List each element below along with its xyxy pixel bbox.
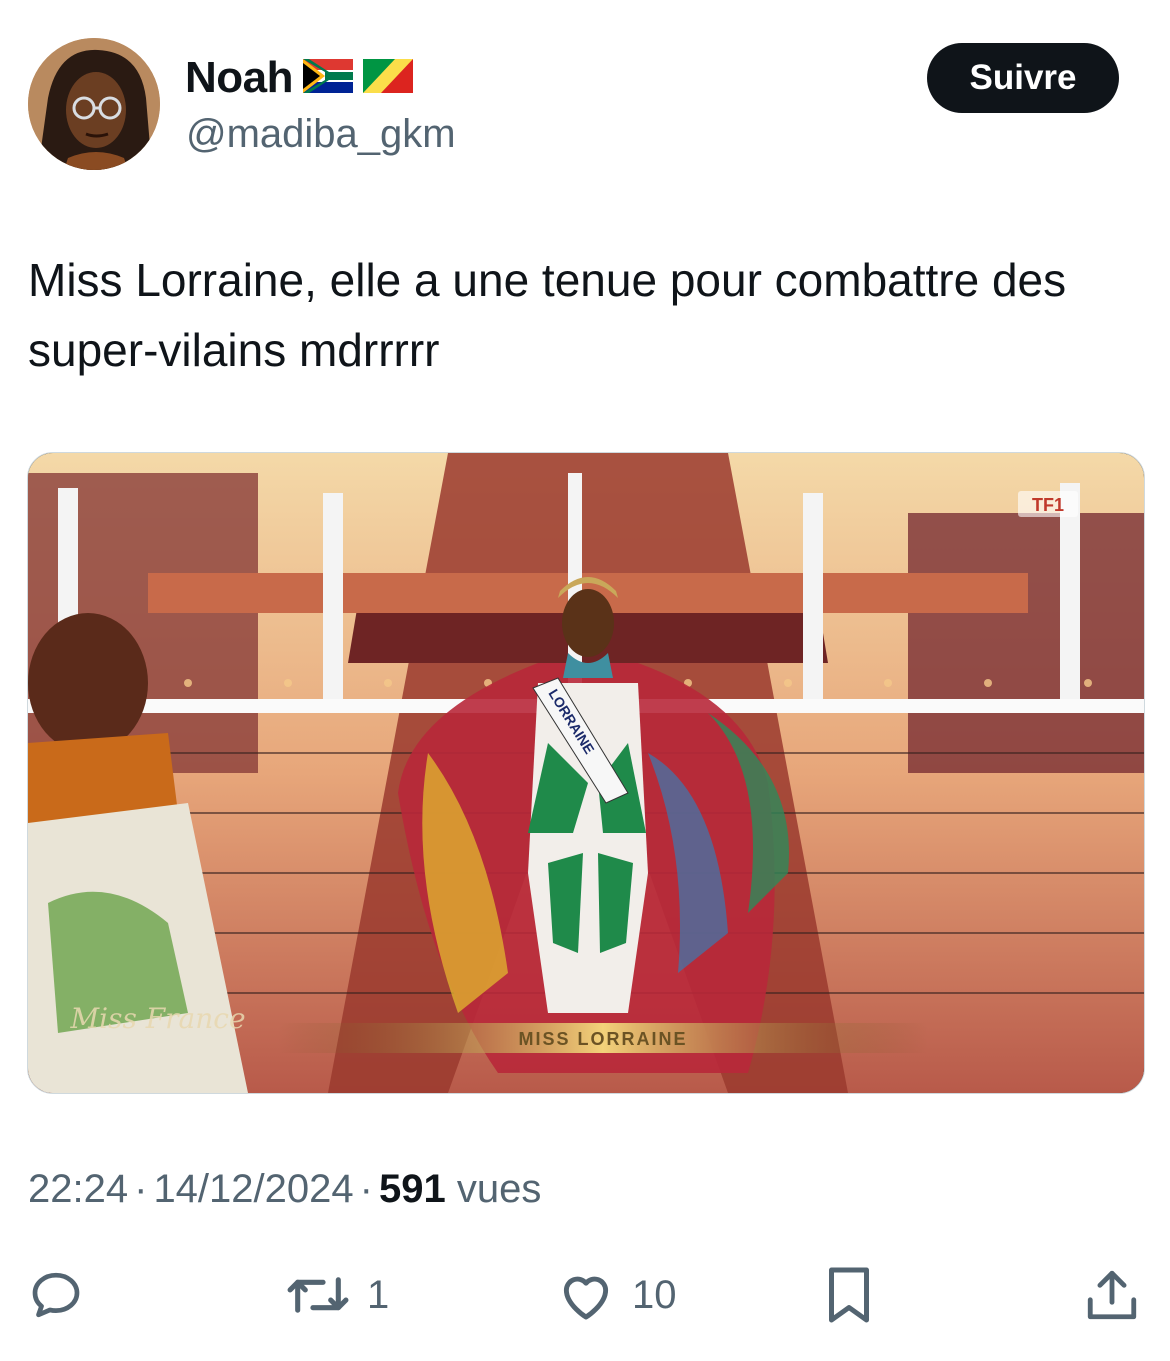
tweet-meta: 22:24 · 14/12/2024 · 591 vues xyxy=(28,1163,541,1215)
tf1-logo: TF1 xyxy=(1032,495,1064,515)
reply-icon xyxy=(27,1267,85,1323)
bookmark-icon xyxy=(823,1265,875,1325)
like-count: 10 xyxy=(632,1272,677,1317)
miss-france-watermark: Miss France xyxy=(69,1002,245,1035)
tweet-text: Miss Lorraine, elle a une tenue pour com… xyxy=(28,254,1067,376)
retweet-icon xyxy=(285,1267,351,1323)
author-handle[interactable]: @madiba_gkm xyxy=(186,110,456,158)
share-button[interactable] xyxy=(1083,1255,1141,1335)
lower-third-label: MISS LORRAINE xyxy=(518,1029,687,1049)
heart-icon xyxy=(556,1268,616,1322)
like-button[interactable]: 10 xyxy=(556,1255,677,1335)
author-display-name[interactable]: Noah xyxy=(185,52,294,104)
retweet-count: 1 xyxy=(367,1272,390,1317)
views-count: 591 xyxy=(378,1167,446,1211)
avatar[interactable] xyxy=(28,38,160,170)
tweet-media-image[interactable]: LORRAINE TF1 MISS LORRAINE Miss France xyxy=(27,452,1145,1094)
tweet-date[interactable]: 14/12/2024 xyxy=(153,1167,353,1211)
tweet-actions: 1 10 xyxy=(0,1255,1170,1335)
share-icon xyxy=(1083,1266,1141,1324)
congo-flag-icon xyxy=(363,58,413,98)
south-africa-flag-icon xyxy=(303,58,353,98)
tweet-time[interactable]: 22:24 xyxy=(28,1167,128,1211)
retweet-button[interactable]: 1 xyxy=(285,1255,389,1335)
separator: · xyxy=(359,1167,373,1211)
bookmark-button[interactable] xyxy=(823,1255,875,1335)
reply-button[interactable] xyxy=(27,1255,85,1335)
separator: · xyxy=(134,1167,148,1211)
follow-button[interactable]: Suivre xyxy=(927,43,1119,113)
views-label: vues xyxy=(456,1167,542,1211)
author-name-row: Noah xyxy=(185,52,413,104)
